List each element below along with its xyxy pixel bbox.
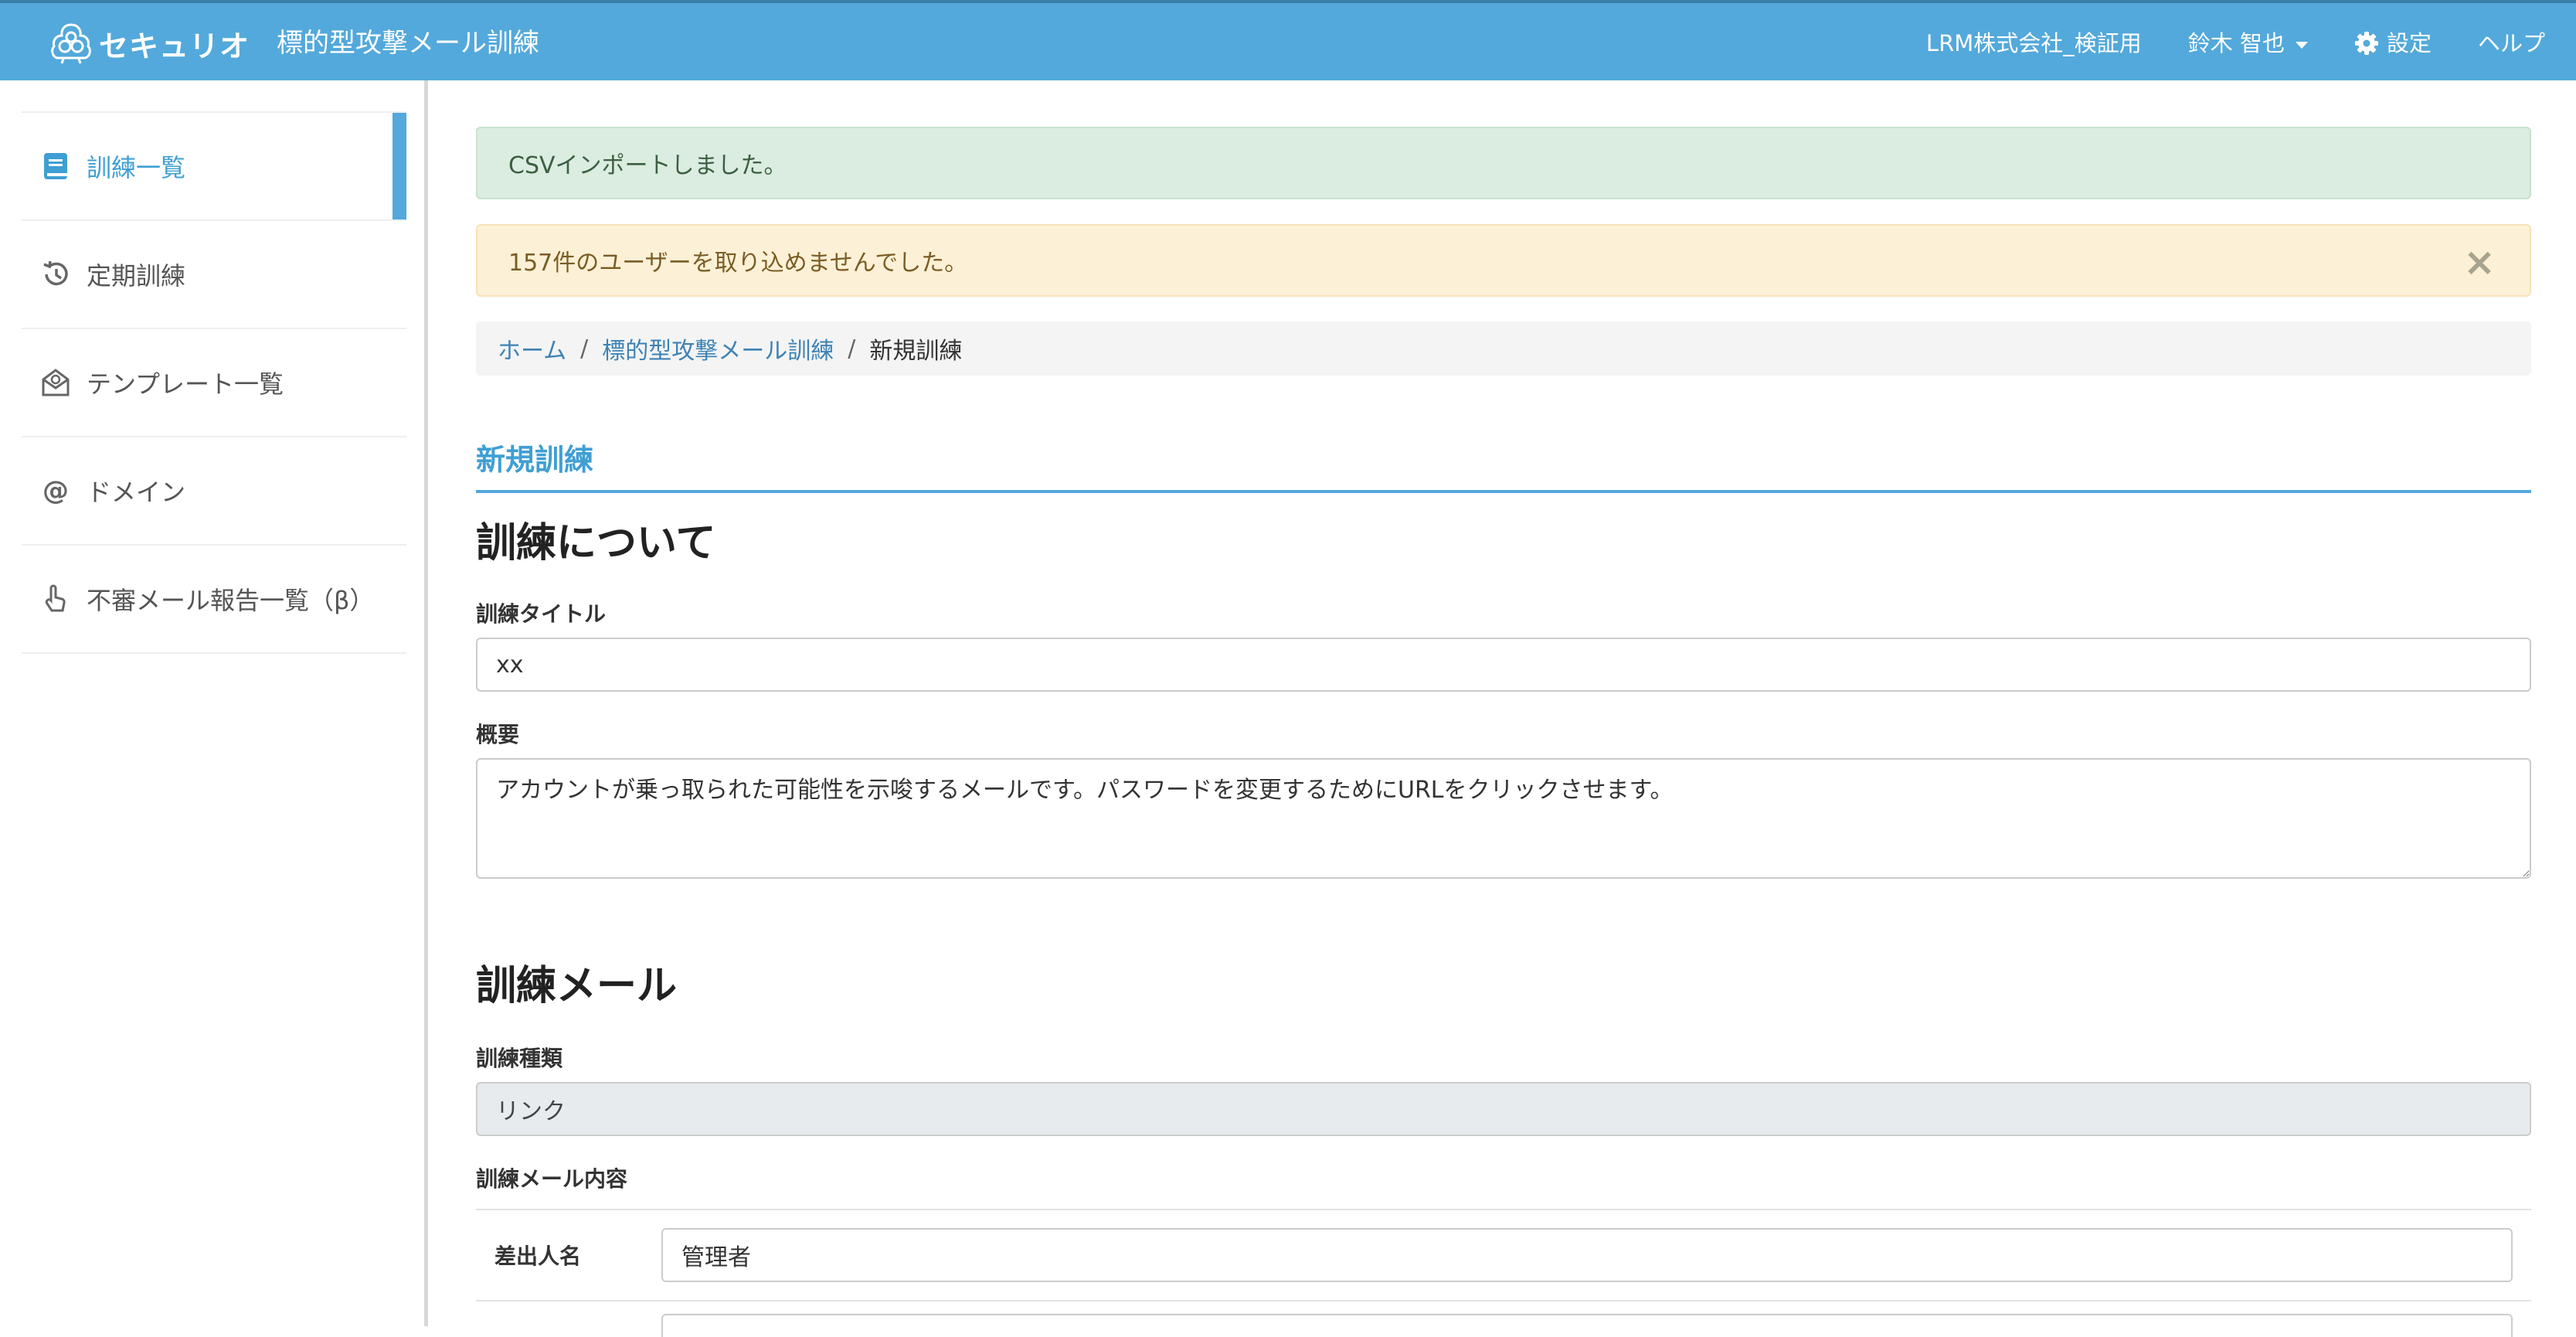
- brand-logo[interactable]: セキュリオ: [48, 19, 250, 68]
- sidebar-item-label: 不審メール報告一覧（β）: [87, 586, 375, 615]
- success-alert: CSVインポートしました。: [476, 127, 2531, 199]
- breadcrumb-current: 新規訓練: [869, 338, 963, 365]
- next-field-row: [476, 1301, 2531, 1337]
- mail-content-label: 訓練メール内容: [476, 1166, 628, 1192]
- page-title: 新規訓練: [476, 436, 2531, 493]
- training-title-input[interactable]: [476, 638, 2531, 692]
- training-type-label: 訓練種類: [476, 1046, 563, 1071]
- svg-text:@: @: [42, 475, 69, 506]
- company-label: LRM株式会社_検証用: [1925, 30, 2142, 56]
- about-section-title: 訓練について: [476, 520, 716, 566]
- sidebar-item-scheduled-training[interactable]: 定期訓練: [22, 221, 406, 329]
- page-title-text: 新規訓練: [476, 443, 594, 477]
- training-title-label: 訓練タイトル: [476, 601, 607, 627]
- sender-name-row: 差出人名: [476, 1210, 2531, 1301]
- sidebar-item-templates[interactable]: テンプレート一覧: [22, 329, 406, 437]
- hand-pointer-icon: [45, 584, 66, 612]
- help-label: ヘルプ: [2477, 30, 2545, 56]
- sidebar-item-label: ドメイン: [87, 478, 186, 507]
- breadcrumb-section-link[interactable]: 標的型攻撃メール訓練: [602, 332, 834, 366]
- brand-name: セキュリオ: [99, 29, 250, 63]
- user-name: 鈴木 智也: [2187, 30, 2285, 56]
- summary-label: 概要: [476, 722, 520, 747]
- breadcrumb: ホーム / 標的型攻撃メール訓練 / 新規訓練: [476, 321, 2531, 376]
- top-navbar: セキュリオ 標的型攻撃メール訓練 LRM株式会社_検証用 鈴木 智也 設定 ヘル…: [0, 0, 2576, 80]
- settings-link[interactable]: 設定: [2354, 26, 2432, 60]
- warning-alert: 157件のユーザーを取り込めませんでした。 ×: [476, 224, 2531, 297]
- warning-alert-text: 157件のユーザーを取り込めませんでした。: [508, 250, 968, 277]
- app-title: 標的型攻撃メール訓練: [277, 28, 539, 59]
- sender-name-label: 差出人名: [494, 1243, 582, 1269]
- secured-logo-icon: [51, 23, 91, 64]
- sidebar-menu: 訓練一覧 定期訓練 テンプレート一覧 @ ドメイン 不審メール報告一覧（β）: [22, 111, 406, 654]
- company-link[interactable]: LRM株式会社_検証用: [1926, 26, 2142, 60]
- breadcrumb-separator: /: [580, 335, 589, 362]
- breadcrumb-separator: /: [848, 335, 856, 362]
- header-menu: LRM株式会社_検証用 鈴木 智也 設定 ヘルプ: [1926, 26, 2545, 60]
- book-icon: [44, 153, 67, 179]
- sidebar: 訓練一覧 定期訓練 テンプレート一覧 @ ドメイン 不審メール報告一覧（β）: [0, 80, 428, 1326]
- caret-down-icon: [2295, 41, 2308, 49]
- training-type-value: リンク: [496, 1098, 566, 1125]
- help-link[interactable]: ヘルプ: [2478, 26, 2545, 60]
- sidebar-item-suspicious-mail-reports[interactable]: 不審メール報告一覧（β）: [22, 546, 406, 654]
- breadcrumb-home-link[interactable]: ホーム: [498, 332, 566, 366]
- user-menu-dropdown[interactable]: 鈴木 智也: [2188, 26, 2308, 60]
- sender-name-cell: [661, 1228, 2531, 1282]
- success-alert-text: CSVインポートしました。: [508, 152, 787, 179]
- sender-name-input[interactable]: [661, 1228, 2513, 1282]
- sidebar-item-training-list[interactable]: 訓練一覧: [22, 113, 406, 221]
- close-icon[interactable]: ×: [2463, 243, 2496, 281]
- sidebar-item-label: テンプレート一覧: [87, 369, 284, 399]
- mail-content-table: 差出人名: [476, 1209, 2531, 1337]
- main-content: CSVインポートしました。 157件のユーザーを取り込めませんでした。 × ホー…: [476, 80, 2531, 1337]
- sidebar-item-label: 定期訓練: [87, 261, 186, 291]
- at-icon: @: [42, 475, 69, 506]
- summary-textarea[interactable]: アカウントが乗っ取られた可能性を示唆するメールです。パスワードを変更するためにU…: [476, 758, 2531, 879]
- history-icon: [43, 260, 68, 286]
- gear-icon: [2354, 32, 2378, 55]
- sidebar-item-domain[interactable]: @ ドメイン: [22, 437, 406, 546]
- settings-label: 設定: [2386, 30, 2432, 56]
- envelope-open-icon: [42, 369, 70, 396]
- mail-section-title: 訓練メール: [476, 963, 678, 1009]
- sidebar-item-label: 訓練一覧: [87, 153, 186, 182]
- next-field-input[interactable]: [661, 1314, 2513, 1337]
- training-type-field: リンク: [476, 1082, 2531, 1136]
